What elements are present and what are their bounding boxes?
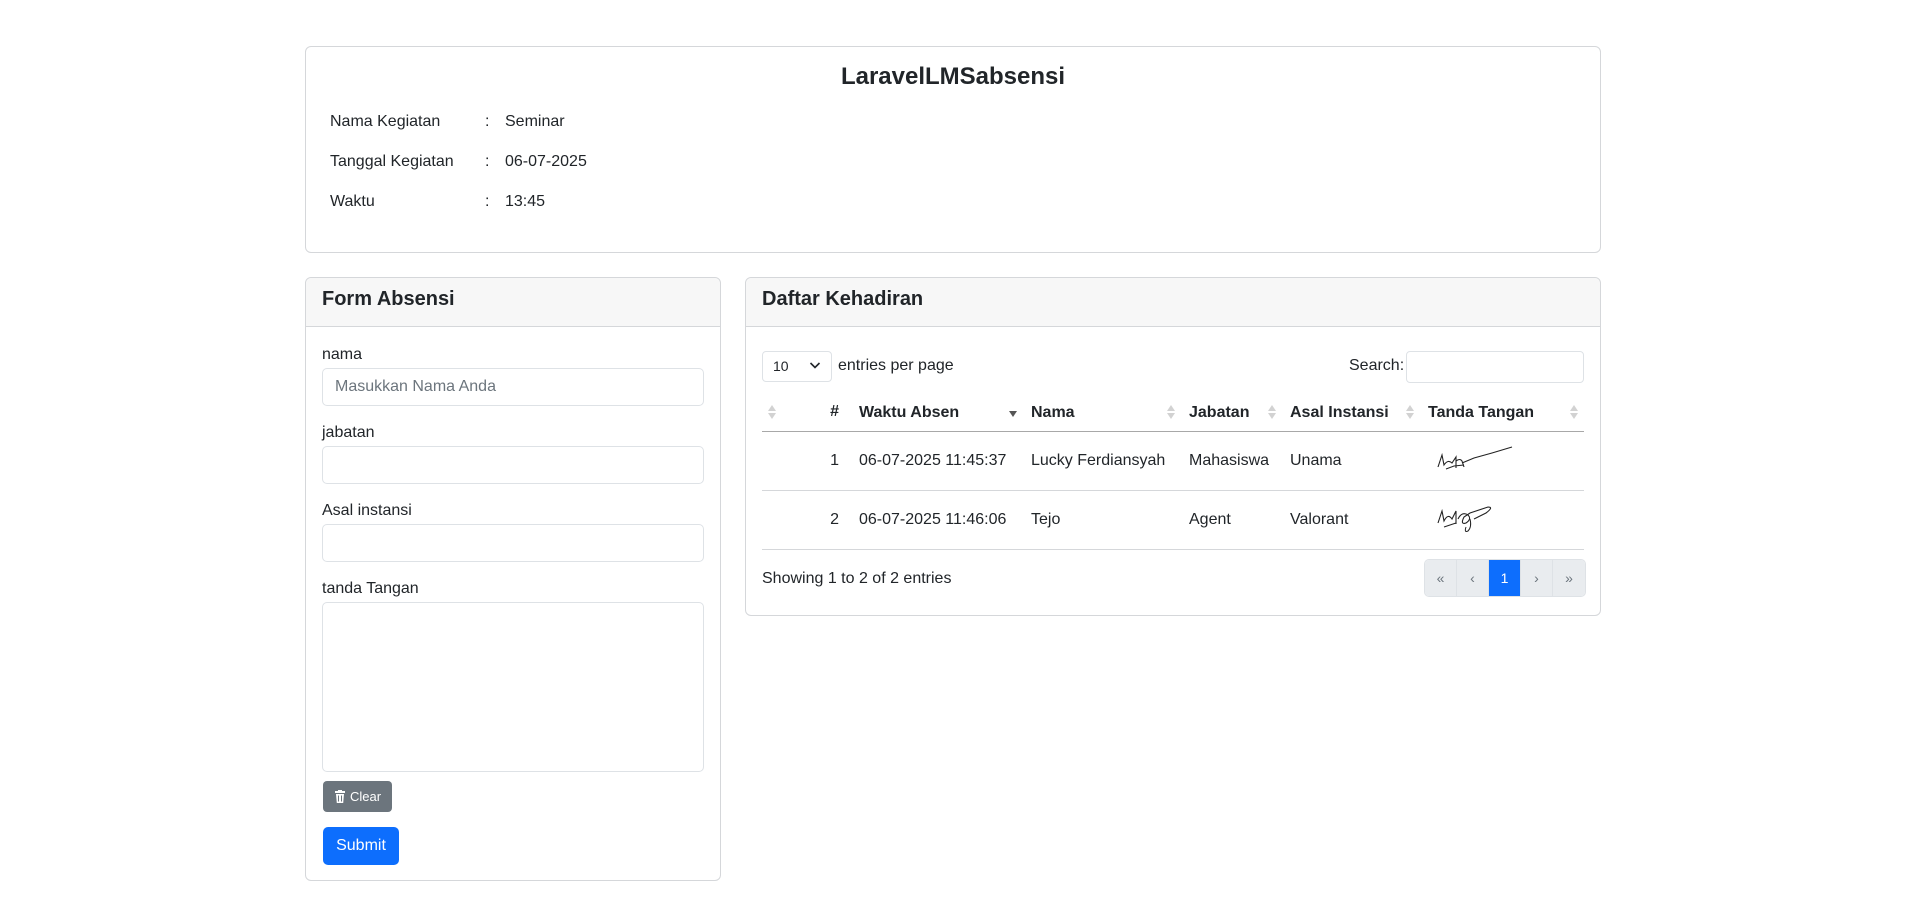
signature-image — [1437, 506, 1492, 532]
search-label: Search: — [1349, 357, 1405, 374]
separator: : — [485, 193, 490, 210]
attendance-list-card: Daftar Kehadiran 10 entries per page Sea… — [745, 277, 1601, 616]
table-header-row: # Waktu Absen Nama Jabatan Asal Instansi… — [762, 395, 1584, 432]
column-header-waktu[interactable]: Waktu Absen — [847, 395, 1023, 432]
row-waktu: 06-07-2025 11:46:06 — [847, 490, 1023, 550]
column-header-tanda-tangan[interactable]: Tanda Tangan — [1420, 395, 1584, 432]
signature-image — [1437, 446, 1513, 470]
nama-label: nama — [322, 346, 363, 363]
table-info: Showing 1 to 2 of 2 entries — [762, 570, 952, 587]
sort-icon — [1167, 405, 1175, 421]
column-header-instansi[interactable]: Asal Instansi — [1282, 395, 1420, 432]
sort-icon — [1406, 405, 1414, 421]
chevron-down-icon — [809, 362, 821, 369]
table-row: 2 06-07-2025 11:46:06 Tejo Agent Valoran… — [762, 490, 1584, 550]
pagination-first[interactable]: « — [1425, 560, 1457, 596]
row-signature — [1420, 431, 1584, 491]
attendance-form-card: Form Absensi nama jabatan Asal instansi … — [305, 277, 721, 881]
search-input[interactable] — [1406, 351, 1584, 383]
signature-pad[interactable] — [322, 602, 704, 772]
row-number: 1 — [762, 431, 847, 491]
row-nama: Lucky Ferdiansyah — [1023, 431, 1181, 491]
row-instansi: Valorant — [1282, 490, 1420, 550]
sort-icon — [1268, 405, 1276, 421]
entries-per-page-label: entries per page — [838, 357, 954, 374]
row-number: 2 — [762, 490, 847, 550]
event-time-value: 13:45 — [505, 193, 546, 210]
row-nama: Tejo — [1023, 490, 1181, 550]
instansi-label: Asal instansi — [322, 502, 412, 519]
clear-signature-button[interactable]: Clear — [323, 781, 392, 812]
signature-label: tanda Tangan — [322, 580, 419, 597]
clear-button-label: Clear — [349, 789, 382, 804]
instansi-input[interactable] — [322, 524, 704, 562]
pagination-page-1[interactable]: 1 — [1489, 560, 1521, 596]
row-jabatan: Agent — [1181, 490, 1282, 550]
pagination: « ‹ 1 › » — [1424, 559, 1586, 597]
row-instansi: Unama — [1282, 431, 1420, 491]
column-header-jabatan[interactable]: Jabatan — [1181, 395, 1282, 432]
nama-input[interactable] — [322, 368, 704, 406]
event-name-label: Nama Kegiatan — [330, 113, 441, 130]
form-card-header: Form Absensi — [306, 278, 720, 327]
sort-icon — [768, 405, 776, 421]
separator: : — [485, 113, 490, 130]
table-row: 1 06-07-2025 11:45:37 Lucky Ferdiansyah … — [762, 431, 1584, 491]
event-info-card: LaravelLMSabsensi Nama Kegiatan : Semina… — [305, 46, 1601, 253]
attendance-table: # Waktu Absen Nama Jabatan Asal Instansi… — [762, 395, 1584, 550]
jabatan-input[interactable] — [322, 446, 704, 484]
list-title: Daftar Kehadiran — [762, 288, 924, 310]
submit-button[interactable]: Submit — [323, 827, 399, 865]
list-card-header: Daftar Kehadiran — [746, 278, 1600, 327]
separator: : — [485, 153, 490, 170]
pagination-previous[interactable]: ‹ — [1457, 560, 1489, 596]
page-title: LaravelLMSabsensi — [840, 63, 1066, 90]
column-header-no[interactable]: # — [762, 395, 847, 432]
jabatan-label: jabatan — [322, 424, 375, 441]
page-length-select[interactable]: 10 — [762, 351, 832, 382]
page-length-value: 10 — [773, 358, 789, 374]
event-date-value: 06-07-2025 — [505, 153, 587, 170]
event-time-label: Waktu — [330, 193, 375, 210]
pagination-last[interactable]: » — [1553, 560, 1585, 596]
column-header-nama[interactable]: Nama — [1023, 395, 1181, 432]
sort-icon — [1570, 405, 1578, 421]
row-signature — [1420, 490, 1584, 550]
event-name-value: Seminar — [505, 113, 565, 130]
row-jabatan: Mahasiswa — [1181, 431, 1282, 491]
trash-icon — [334, 790, 345, 803]
pagination-next[interactable]: › — [1521, 560, 1553, 596]
event-date-label: Tanggal Kegiatan — [330, 153, 454, 170]
row-waktu: 06-07-2025 11:45:37 — [847, 431, 1023, 491]
form-title: Form Absensi — [322, 288, 455, 310]
sort-desc-icon — [1009, 405, 1017, 421]
